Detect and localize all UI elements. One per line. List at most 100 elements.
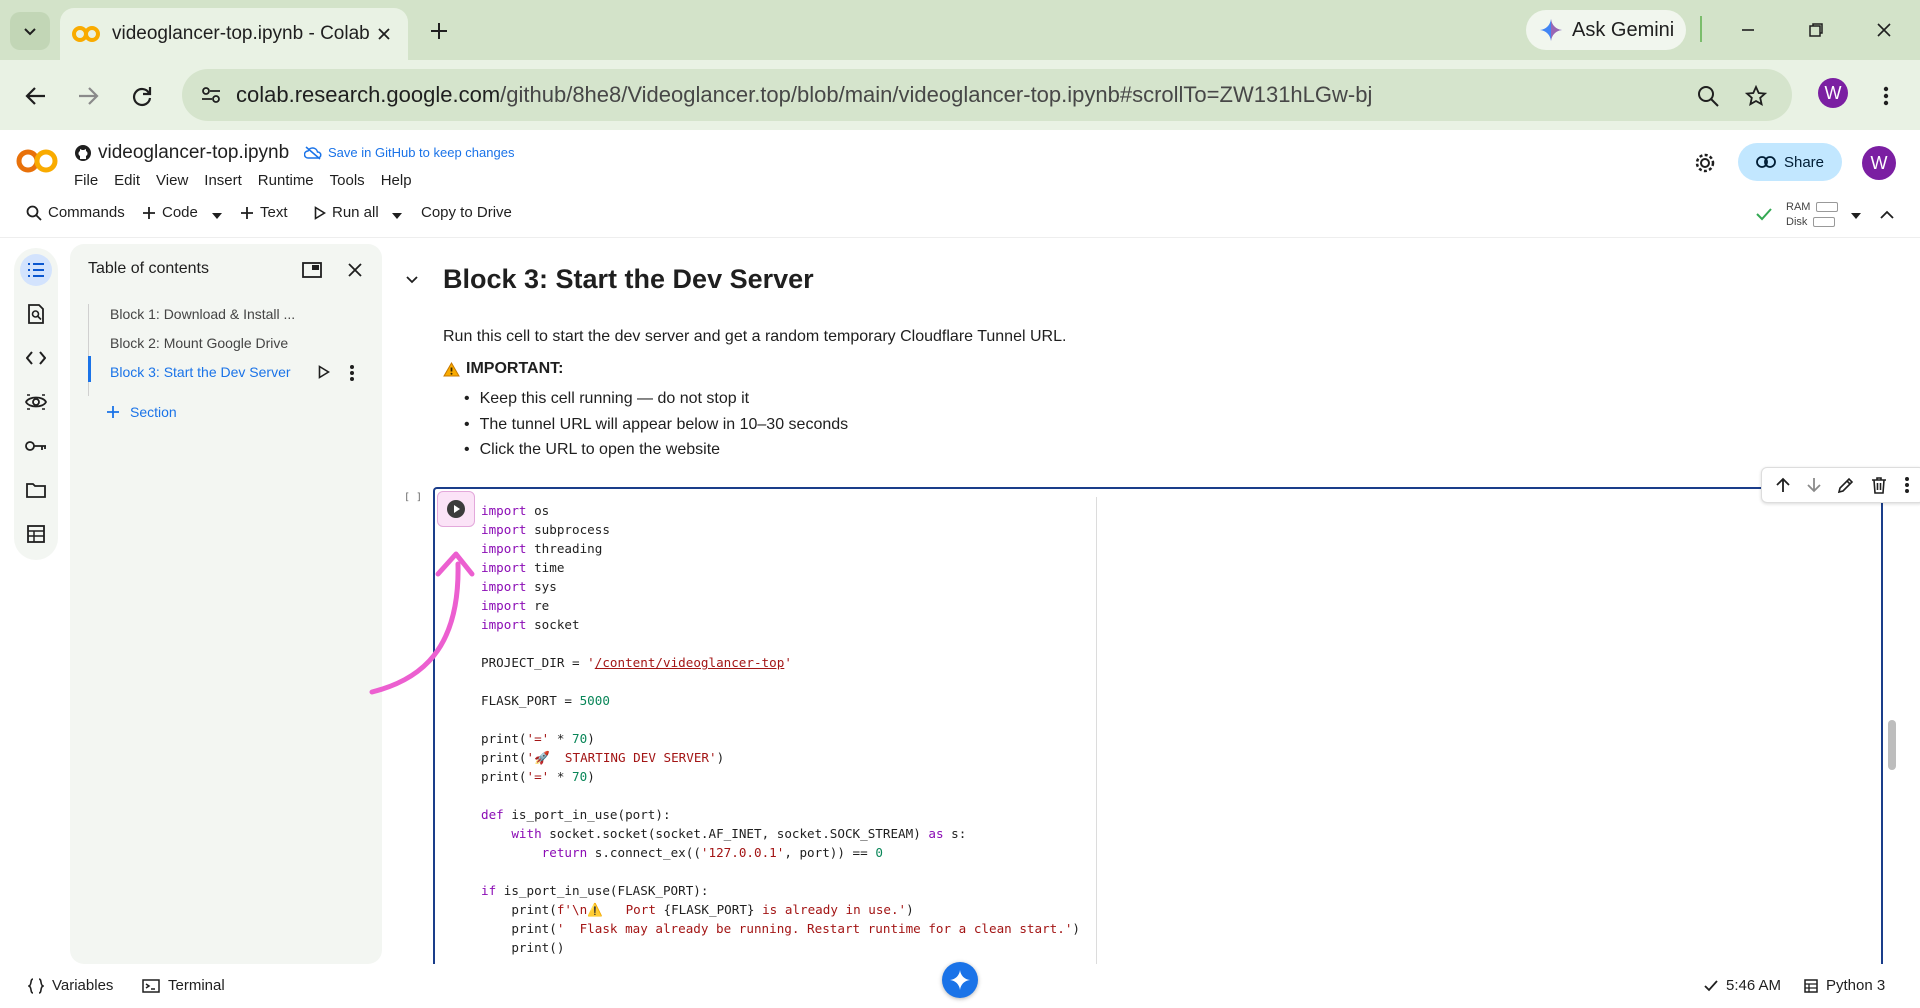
add-text-button[interactable]: Text (240, 204, 288, 221)
share-button[interactable]: Share (1738, 143, 1842, 181)
bookmark-star-icon[interactable] (1736, 76, 1776, 116)
more-vert-icon[interactable] (1866, 76, 1906, 116)
toc-active-indicator (88, 356, 91, 382)
cell-more-icon[interactable] (1904, 476, 1910, 494)
runtime-dropdown-icon[interactable] (1851, 213, 1861, 219)
profile-avatar[interactable]: W (1818, 78, 1848, 108)
save-in-github-link[interactable]: Save in GitHub to keep changes (304, 145, 514, 160)
code-token: is already in use.' (754, 902, 907, 917)
edit-pencil-icon[interactable] (1837, 476, 1855, 494)
menu-tools[interactable]: Tools (330, 172, 365, 189)
ask-gemini-label: Ask Gemini (1572, 18, 1675, 41)
close-window-icon[interactable] (1864, 14, 1904, 46)
run-all-dropdown-icon[interactable] (392, 213, 402, 219)
menu-runtime[interactable]: Runtime (258, 172, 314, 189)
collapse-chevron-up-icon[interactable] (1880, 210, 1894, 220)
add-code-button[interactable]: Code (142, 204, 198, 221)
gemini-fab-button[interactable] (942, 962, 978, 998)
delete-trash-icon[interactable] (1871, 476, 1887, 494)
commands-button[interactable]: Commands (26, 204, 125, 221)
tab-search-dropdown[interactable] (10, 12, 50, 50)
forward-icon[interactable] (68, 76, 108, 116)
plus-icon (143, 206, 155, 219)
code-snippets-icon[interactable] (20, 342, 52, 374)
menu-view[interactable]: View (156, 172, 188, 189)
close-tab-icon[interactable] (372, 22, 396, 46)
toc-icon[interactable] (20, 254, 52, 286)
code-line: print('=' * 70) (481, 767, 1080, 786)
run-cell-button[interactable] (437, 491, 475, 527)
code-token: ' Flask may already be running. Restart … (556, 921, 1073, 936)
move-up-arrow-icon[interactable] (1776, 477, 1790, 493)
variables-braces-icon (28, 977, 44, 994)
resource-indicator[interactable]: RAM Disk (1786, 200, 1839, 230)
code-token: 5000 (579, 693, 610, 708)
address-bar[interactable]: colab.research.google.com/github/8he8/Vi… (182, 69, 1792, 121)
code-token: , port)) == (784, 845, 876, 860)
open-in-tab-icon[interactable] (302, 262, 322, 278)
terminal-button[interactable]: Terminal (142, 977, 225, 994)
code-editor[interactable]: import os import subprocess import threadi… (481, 501, 1080, 957)
menu-insert[interactable]: Insert (204, 172, 242, 189)
find-replace-icon[interactable] (20, 298, 52, 330)
files-folder-icon[interactable] (20, 474, 52, 506)
run-all-button[interactable]: Run all (314, 204, 379, 221)
menu-help[interactable]: Help (381, 172, 412, 189)
data-table-icon[interactable] (20, 518, 52, 550)
toc-item-block-2[interactable]: Block 2: Mount Google Drive (110, 335, 288, 351)
scrollbar-thumb[interactable] (1888, 720, 1896, 770)
last-run-status[interactable]: 5:46 AM (1704, 977, 1781, 994)
browser-toolbar: colab.research.google.com/github/8he8/Vi… (0, 60, 1920, 130)
browser-tab-active[interactable]: videoglancer-top.ipynb - Colab (60, 8, 408, 60)
toc-item-block-1[interactable]: Block 1: Download & Install ... (110, 306, 295, 322)
notebook-title[interactable]: videoglancer-top.ipynb (74, 142, 289, 164)
important-list: Keep this cell running — do not stop it … (464, 386, 849, 463)
code-token: import (481, 503, 527, 518)
copy-to-drive-button[interactable]: Copy to Drive (421, 204, 512, 221)
menu-edit[interactable]: Edit (114, 172, 140, 189)
variables-button[interactable]: Variables (28, 977, 113, 994)
code-token: print() (481, 940, 565, 955)
move-down-arrow-icon[interactable] (1806, 477, 1821, 493)
menu-file[interactable]: File (74, 172, 98, 189)
close-panel-icon[interactable] (348, 263, 362, 277)
code-token: ) (1072, 921, 1081, 936)
run-section-play-icon[interactable] (318, 365, 330, 379)
code-token: import (481, 579, 527, 594)
zoom-icon[interactable] (1688, 76, 1728, 116)
search-icon (26, 205, 42, 221)
settings-gear-icon[interactable] (1694, 152, 1716, 174)
colab-avatar[interactable]: W (1862, 146, 1896, 180)
save-github-label: Save in GitHub to keep changes (328, 145, 515, 160)
ask-gemini-button[interactable]: Ask Gemini (1526, 10, 1686, 50)
code-line: print(' Flask may already be running. Re… (481, 919, 1080, 938)
toc-item-block-3[interactable]: Block 3: Start the Dev Server (110, 364, 291, 380)
collapse-section-chevron-icon[interactable] (406, 276, 418, 284)
section-more-icon[interactable] (349, 364, 355, 382)
new-tab-icon[interactable] (424, 16, 454, 46)
code-line: import subprocess (481, 520, 1080, 539)
kernel-status[interactable]: Python 3 (1804, 977, 1885, 994)
back-icon[interactable] (16, 76, 56, 116)
site-info-icon[interactable] (200, 84, 222, 106)
minimize-icon[interactable] (1728, 14, 1768, 46)
restore-icon[interactable] (1796, 14, 1836, 46)
add-section-button[interactable]: Section (106, 404, 177, 420)
code-token: is_port_in_use(FLASK_PORT): (496, 883, 709, 898)
code-cell[interactable]: import os import subprocess import threadi… (433, 467, 1920, 977)
connected-check-icon (1756, 208, 1772, 221)
code-token: s.connect_ex(( (587, 845, 701, 860)
colab-logo-icon[interactable] (16, 148, 58, 174)
kernel-table-icon (1804, 978, 1818, 993)
code-token: 70 (572, 731, 588, 746)
section-heading: Block 3: Start the Dev Server (443, 264, 814, 294)
variable-inspector-icon[interactable] (20, 386, 52, 418)
reload-icon[interactable] (122, 76, 162, 116)
code-dropdown-icon[interactable] (212, 213, 222, 219)
code-token: print( (481, 750, 527, 765)
code-token: import (481, 617, 527, 632)
secrets-key-icon[interactable] (20, 430, 52, 462)
